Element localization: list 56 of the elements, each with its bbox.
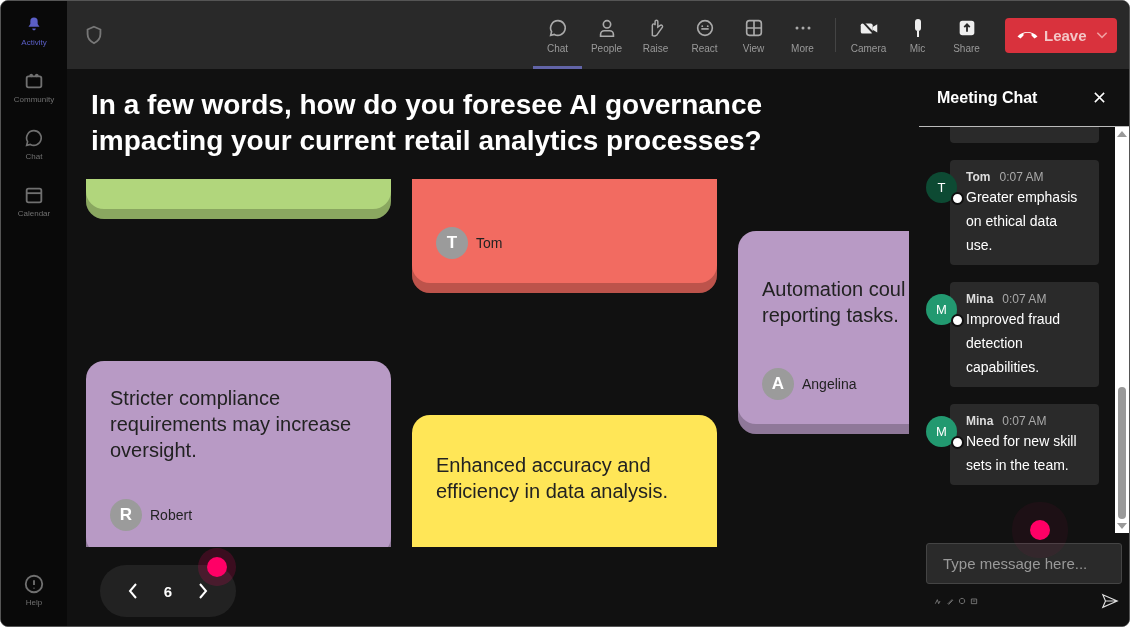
gif-icon[interactable] [970, 597, 978, 605]
question-title: In a few words, how do you foresee AI governance impacting your current retail analytics processes? [91, 88, 764, 158]
leave-button[interactable]: Leave [1005, 17, 1117, 53]
toolbar-button[interactable]: React [680, 1, 729, 69]
help-icon [23, 573, 45, 595]
microphone-icon [913, 17, 922, 38]
format-icon[interactable] [934, 597, 942, 605]
message-text: Greater emphasis on ethical data use. [966, 188, 1079, 255]
message-text: Need for new skill sets in the team. [966, 432, 1078, 475]
avatar: M [926, 294, 957, 325]
author-name: Tom [476, 235, 503, 251]
sidebar-item[interactable]: Chat [1, 123, 67, 180]
toolbar-button[interactable]: Camera [844, 1, 893, 69]
message-text: Improved fraud detection capabilities. [966, 310, 1062, 377]
sender-name: Mina [966, 291, 994, 307]
panel-title: Meeting Chat [937, 88, 1038, 107]
toolbar-button[interactable]: Mic [893, 1, 942, 69]
avatar: A [762, 368, 794, 400]
note-text: Enhanced accuracy and efficiency in data analysis. [436, 453, 669, 504]
leave-label: Leave [1044, 26, 1088, 44]
next-icon[interactable] [197, 581, 210, 601]
chat-icon [23, 127, 45, 149]
scrollbar[interactable] [1115, 127, 1129, 533]
avatar: T [926, 172, 957, 203]
hang-up-icon [1017, 31, 1038, 39]
author-name: Angelina [802, 376, 857, 392]
message-time: 0:07 AM [1002, 291, 1047, 307]
sidebar-item[interactable]: Community [1, 66, 67, 123]
send-icon[interactable] [1101, 592, 1119, 610]
previous-icon[interactable] [126, 581, 139, 601]
pointer-dot [207, 557, 227, 577]
toolbar-button[interactable]: Raise [631, 1, 680, 69]
pointer-dot [1030, 520, 1050, 540]
note-text: Automation coul reporting tasks. [762, 277, 907, 328]
message-field[interactable]: Type message here... [926, 543, 1122, 584]
emoji-icon[interactable] [958, 597, 966, 605]
avatar: R [110, 499, 142, 531]
sidebar-item[interactable]: Activity [1, 9, 67, 66]
message-time: 0:07 AM [999, 169, 1044, 185]
sender-name: Mina [966, 413, 994, 429]
toolbar-button[interactable]: More [778, 1, 827, 69]
note-text: Stricter compliance requirements may increase oversight. [110, 386, 353, 463]
sidebar-item[interactable]: Calendar [1, 180, 67, 237]
message-time: 0:07 AM [1002, 413, 1047, 429]
toolbar-button[interactable]: Share [942, 1, 991, 69]
toolbar-button[interactable]: View [729, 1, 778, 69]
close-icon[interactable] [1093, 91, 1106, 104]
author-name: Robert [150, 507, 193, 523]
sender-name: Tom [966, 169, 991, 185]
help-button[interactable]: Help [1, 569, 67, 626]
more-icon [793, 24, 812, 31]
avatar: T [436, 227, 468, 259]
toolbar-button[interactable]: People [582, 1, 631, 69]
page-number: 6 [163, 582, 173, 600]
attach-icon[interactable] [946, 597, 954, 605]
avatar: M [926, 416, 957, 447]
